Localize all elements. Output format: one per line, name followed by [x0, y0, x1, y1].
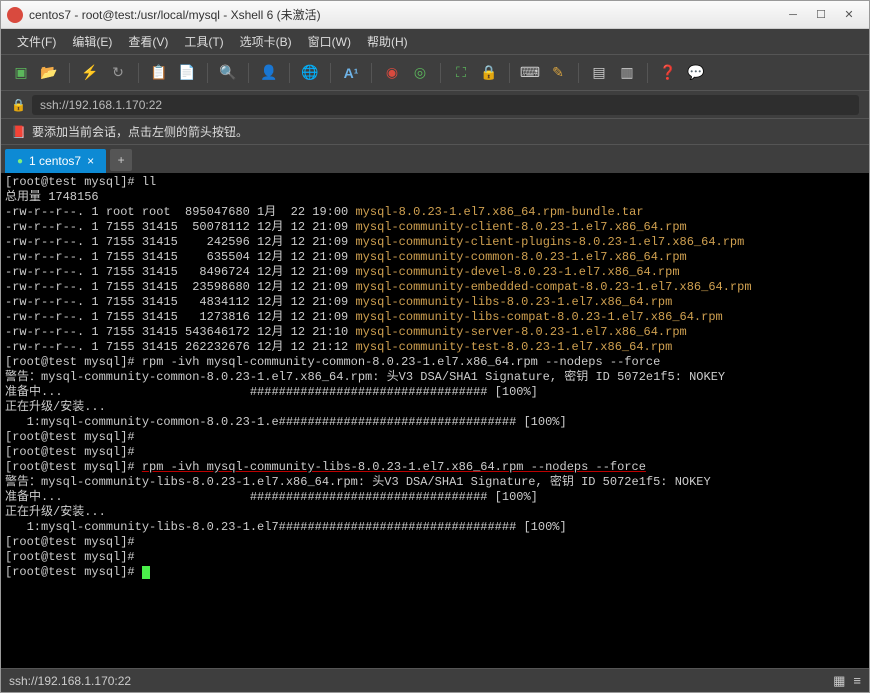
toolbar-separator: [138, 63, 139, 83]
copy-icon[interactable]: 📋: [147, 61, 171, 85]
menu-edit[interactable]: 编辑(E): [64, 29, 120, 54]
toolbar-separator: [647, 63, 648, 83]
font-icon[interactable]: A¹: [339, 61, 363, 85]
new-session-icon[interactable]: ▣: [9, 61, 33, 85]
app-icon: [7, 7, 23, 23]
ls-row: -rw-r--r--. 1 root root 895047680 1月 22 …: [5, 205, 644, 219]
terminal-line: [root@test mysql]#: [5, 550, 142, 564]
toolbar-separator: [207, 63, 208, 83]
terminal-line: 警告：mysql-community-libs-8.0.23-1.el7.x86…: [5, 475, 711, 489]
connect-icon[interactable]: ⚡: [78, 61, 102, 85]
terminal[interactable]: [root@test mysql]# ll 总用量 1748156 -rw-r-…: [1, 173, 869, 668]
terminal-line: [root@test mysql]# rpm -ivh mysql-commun…: [5, 460, 646, 474]
ls-row: -rw-r--r--. 1 7155 31415 543646172 12月 1…: [5, 325, 687, 339]
status-grid-icon[interactable]: ▦: [833, 673, 845, 689]
ls-row: -rw-r--r--. 1 7155 31415 262232676 12月 1…: [5, 340, 672, 354]
menu-tools[interactable]: 工具(T): [176, 29, 231, 54]
address-input[interactable]: ssh://192.168.1.170:22: [32, 95, 859, 115]
maximize-button[interactable]: ☐: [807, 5, 835, 25]
toolbar-separator: [248, 63, 249, 83]
status-list-icon[interactable]: ≡: [853, 673, 861, 689]
infobar: 📕 要添加当前会话，点击左侧的箭头按钮。: [1, 119, 869, 145]
titlebar: centos7 - root@test:/usr/local/mysql - X…: [1, 1, 869, 29]
close-button[interactable]: ✕: [835, 5, 863, 25]
tab-centos7[interactable]: ● 1 centos7 ×: [5, 149, 106, 173]
terminal-line: [root@test mysql]# ll: [5, 175, 156, 189]
toolbar-separator: [371, 63, 372, 83]
fullscreen-icon[interactable]: ⛶: [449, 61, 473, 85]
tab-close-icon[interactable]: ×: [87, 154, 94, 168]
toolbar-separator: [578, 63, 579, 83]
infobar-text: 要添加当前会话，点击左侧的箭头按钮。: [32, 123, 248, 140]
ls-row: -rw-r--r--. 1 7155 31415 242596 12月 12 2…: [5, 235, 744, 249]
terminal-line: 警告：mysql-community-common-8.0.23-1.el7.x…: [5, 370, 725, 384]
menu-file[interactable]: 文件(F): [9, 29, 64, 54]
toolbar-separator: [289, 63, 290, 83]
window-title: centos7 - root@test:/usr/local/mysql - X…: [29, 6, 779, 23]
search-icon[interactable]: 🔍: [216, 61, 240, 85]
terminal-line: 正在升级/安装...: [5, 400, 106, 414]
terminal-line: [root@test mysql]#: [5, 430, 142, 444]
tab-status-icon: ●: [17, 156, 23, 167]
terminal-line: 总用量 1748156: [5, 190, 99, 204]
lock-icon[interactable]: 🔒: [477, 61, 501, 85]
split-h-icon[interactable]: ▤: [587, 61, 611, 85]
ls-row: -rw-r--r--. 1 7155 31415 8496724 12月 12 …: [5, 265, 680, 279]
xftp-icon[interactable]: ◎: [408, 61, 432, 85]
terminal-line: [root@test mysql]# rpm -ivh mysql-commun…: [5, 355, 660, 369]
status-text: ssh://192.168.1.170:22: [9, 674, 131, 688]
terminal-line: [root@test mysql]#: [5, 535, 142, 549]
menubar: 文件(F) 编辑(E) 查看(V) 工具(T) 选项卡(B) 窗口(W) 帮助(…: [1, 29, 869, 55]
bookmark-icon[interactable]: 📕: [11, 125, 26, 139]
message-icon[interactable]: 💬: [684, 61, 708, 85]
minimize-button[interactable]: ─: [779, 5, 807, 25]
ls-row: -rw-r--r--. 1 7155 31415 50078112 12月 12…: [5, 220, 687, 234]
tab-label: 1 centos7: [29, 154, 81, 168]
lock-icon: 🔒: [11, 98, 26, 112]
ls-row: -rw-r--r--. 1 7155 31415 1273816 12月 12 …: [5, 310, 723, 324]
tabbar: ● 1 centos7 × +: [1, 145, 869, 173]
menu-help[interactable]: 帮助(H): [359, 29, 416, 54]
toolbar-separator: [440, 63, 441, 83]
terminal-line: 准备中... #################################…: [5, 490, 538, 504]
split-v-icon[interactable]: ▥: [615, 61, 639, 85]
toolbar-separator: [330, 63, 331, 83]
reconnect-icon[interactable]: ↻: [106, 61, 130, 85]
xshell-icon[interactable]: ◉: [380, 61, 404, 85]
toolbar-separator: [509, 63, 510, 83]
toolbar-separator: [69, 63, 70, 83]
help-icon[interactable]: ❓: [656, 61, 680, 85]
ls-row: -rw-r--r--. 1 7155 31415 635504 12月 12 2…: [5, 250, 687, 264]
window-controls: ─ ☐ ✕: [779, 5, 863, 25]
ls-row: -rw-r--r--. 1 7155 31415 23598680 12月 12…: [5, 280, 752, 294]
terminal-line: 正在升级/安装...: [5, 505, 106, 519]
keyboard-icon[interactable]: ⌨: [518, 61, 542, 85]
paste-icon[interactable]: 📄: [175, 61, 199, 85]
highlighter-icon[interactable]: ✎: [546, 61, 570, 85]
menu-view[interactable]: 查看(V): [120, 29, 176, 54]
addressbar: 🔒 ssh://192.168.1.170:22: [1, 91, 869, 119]
terminal-line: 1:mysql-community-libs-8.0.23-1.el7#####…: [5, 520, 567, 534]
terminal-line: 准备中... #################################…: [5, 385, 538, 399]
profile-icon[interactable]: 👤: [257, 61, 281, 85]
terminal-line: [root@test mysql]#: [5, 565, 150, 579]
tab-add-button[interactable]: +: [110, 149, 132, 171]
menu-tab[interactable]: 选项卡(B): [232, 29, 300, 54]
globe-icon[interactable]: 🌐: [298, 61, 322, 85]
terminal-line: 1:mysql-community-common-8.0.23-1.e#####…: [5, 415, 567, 429]
terminal-line: [root@test mysql]#: [5, 445, 142, 459]
statusbar: ssh://192.168.1.170:22 ▦ ≡: [1, 668, 869, 692]
open-icon[interactable]: 📂: [37, 61, 61, 85]
menu-window[interactable]: 窗口(W): [300, 29, 359, 54]
toolbar: ▣ 📂 ⚡ ↻ 📋 📄 🔍 👤 🌐 A¹ ◉ ◎ ⛶ 🔒 ⌨ ✎ ▤ ▥ ❓ 💬: [1, 55, 869, 91]
ls-row: -rw-r--r--. 1 7155 31415 4834112 12月 12 …: [5, 295, 672, 309]
cursor: [142, 566, 150, 579]
